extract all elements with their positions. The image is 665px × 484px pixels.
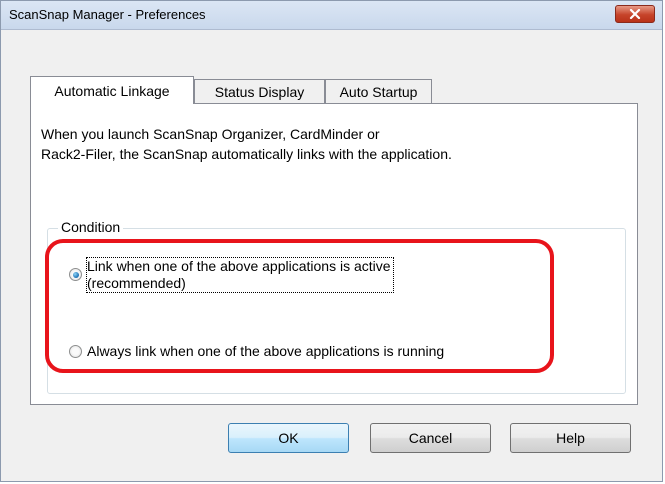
- preferences-dialog: ScanSnap Manager - Preferences Automatic…: [0, 0, 663, 482]
- tab-auto-startup[interactable]: Auto Startup: [325, 79, 432, 103]
- option-always-link[interactable]: Always link when one of the above applic…: [69, 343, 444, 360]
- tab-automatic-linkage[interactable]: Automatic Linkage: [30, 76, 194, 104]
- ok-button[interactable]: OK: [228, 423, 349, 453]
- window-title: ScanSnap Manager - Preferences: [9, 7, 206, 22]
- option-label-line: Link when one of the above applications …: [87, 258, 391, 274]
- description-line: When you launch ScanSnap Organizer, Card…: [41, 126, 380, 142]
- description-line: Rack2-Filer, the ScanSnap automatically …: [41, 146, 452, 162]
- close-icon: [629, 9, 641, 19]
- tab-panel-automatic-linkage: When you launch ScanSnap Organizer, Card…: [30, 103, 638, 405]
- title-bar[interactable]: ScanSnap Manager - Preferences: [1, 1, 662, 30]
- tab-status-display[interactable]: Status Display: [194, 79, 325, 103]
- option-label: Always link when one of the above applic…: [87, 343, 445, 359]
- close-button[interactable]: [615, 5, 655, 23]
- option-label-line: (recommended): [87, 275, 186, 291]
- help-button[interactable]: Help: [510, 423, 631, 453]
- tab-label: Auto Startup: [339, 83, 418, 100]
- tab-label: Automatic Linkage: [54, 82, 170, 99]
- option-link-when-active[interactable]: Link when one of the above applications …: [69, 257, 394, 293]
- tab-label: Status Display: [214, 83, 305, 100]
- option-label: Link when one of the above applications …: [86, 257, 394, 293]
- description-text: When you launch ScanSnap Organizer, Card…: [41, 124, 626, 164]
- condition-groupbox: Condition Link when one of the above app…: [47, 219, 626, 394]
- radio-button[interactable]: [69, 345, 82, 358]
- condition-label: Condition: [58, 219, 124, 235]
- cancel-button[interactable]: Cancel: [370, 423, 491, 453]
- radio-button-checked[interactable]: [69, 268, 82, 281]
